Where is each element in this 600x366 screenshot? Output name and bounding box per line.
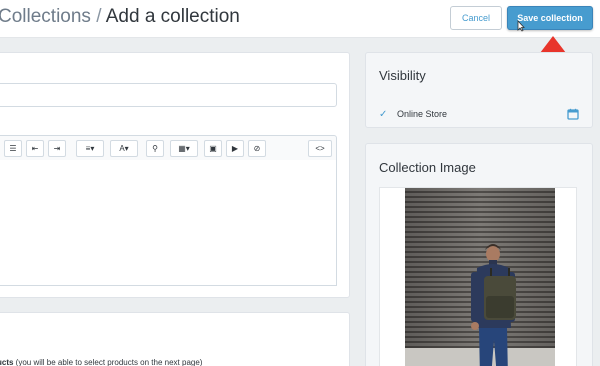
calendar-icon[interactable]	[567, 108, 579, 120]
breadcrumb-separator: /	[90, 6, 106, 27]
manual-option-bold: ucts	[0, 358, 14, 366]
link-icon[interactable]: ⚲	[146, 140, 164, 157]
breadcrumb-collections-link[interactable]: Collections	[0, 6, 91, 27]
image-icon[interactable]: ▣	[204, 140, 222, 157]
title-input[interactable]	[0, 83, 337, 107]
online-store-label: Online Store	[397, 109, 448, 119]
collection-type-card: ucts (you will be able to select product…	[0, 312, 350, 366]
bulleted-list-icon[interactable]: ☰	[4, 140, 22, 157]
page-title: Add a collection	[105, 6, 240, 27]
collection-image-frame[interactable]	[379, 187, 577, 366]
collection-details-card: ☰ ⇤ ⇥ ≡▾ A▾ ⚲ ▦▾ ▣ ▶ ⊘ <>	[0, 52, 350, 298]
table-icon[interactable]: ▦▾	[170, 140, 198, 157]
text-color-icon[interactable]: A▾	[110, 140, 138, 157]
editor-toolbar: ☰ ⇤ ⇥ ≡▾ A▾ ⚲ ▦▾ ▣ ▶ ⊘ <>	[0, 135, 337, 161]
top-bar: Collections / Add a collection Cancel Sa…	[0, 0, 600, 38]
manual-option-label[interactable]: ucts (you will be able to select product…	[0, 358, 202, 366]
collection-photo	[405, 188, 555, 366]
indent-icon[interactable]: ⇥	[48, 140, 66, 157]
breadcrumb: Collections / Add a collection	[0, 6, 240, 28]
align-icon[interactable]: ≡▾	[76, 140, 104, 157]
collection-image-title: Collection Image	[379, 160, 476, 175]
html-icon[interactable]: <>	[308, 140, 332, 157]
description-editor[interactable]	[0, 160, 337, 286]
video-icon[interactable]: ▶	[226, 140, 244, 157]
outdent-icon[interactable]: ⇤	[26, 140, 44, 157]
collection-image-card: Collection Image	[365, 143, 593, 366]
manual-option-hint: (you will be able to select products on …	[13, 358, 203, 366]
clear-formatting-icon[interactable]: ⊘	[248, 140, 266, 157]
visibility-title: Visibility	[379, 68, 426, 83]
online-store-check-icon[interactable]: ✓	[379, 109, 387, 120]
cancel-button[interactable]: Cancel	[450, 6, 502, 30]
mouse-cursor-icon	[517, 20, 525, 32]
visibility-card: Visibility ✓ Online Store	[365, 52, 593, 128]
